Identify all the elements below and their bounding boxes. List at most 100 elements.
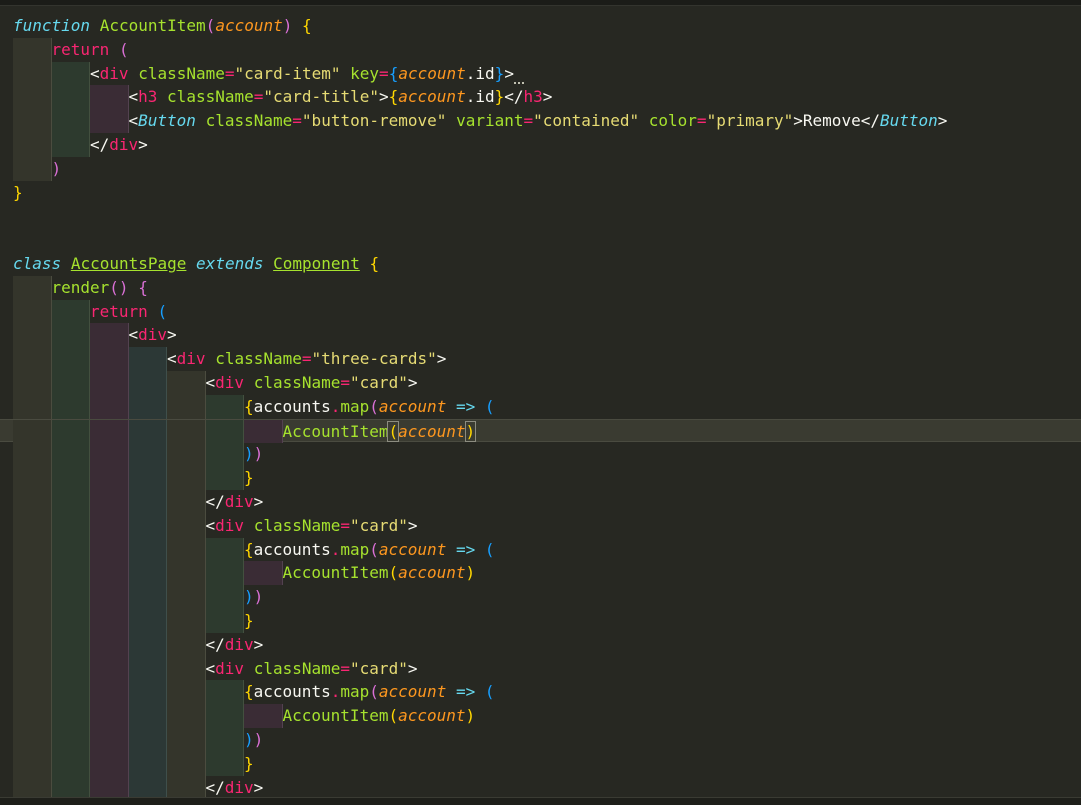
code-line-text: </div>	[206, 776, 264, 800]
code-token: )	[244, 730, 254, 749]
code-token: {	[369, 254, 380, 273]
indent-guide	[167, 775, 206, 800]
code-line-text: }	[13, 181, 23, 205]
code-line-text: <h3 className="card-title">{account.id}<…	[129, 85, 553, 109]
code-line[interactable]: {accounts.map(account => (	[0, 394, 1081, 419]
code-token: account	[378, 682, 447, 702]
code-line[interactable]: AccountItem(account)	[0, 418, 1081, 444]
code-line[interactable]: <div className="card-item" key={account.…	[0, 61, 1081, 86]
code-token: "contained"	[533, 111, 640, 131]
indent-guide	[51, 323, 90, 348]
indent-guide	[167, 609, 206, 633]
code-token: div	[224, 492, 254, 511]
indent-guide	[13, 156, 52, 181]
code-token: h3	[138, 87, 158, 107]
indent-guide	[128, 561, 167, 586]
code-line[interactable]: <Button className="button-remove" varian…	[0, 109, 1081, 133]
indent-guide	[13, 728, 52, 752]
horizontal-scrollbar[interactable]	[0, 797, 1081, 805]
code-line[interactable]: return (	[0, 37, 1081, 62]
code-line[interactable]: ))	[0, 442, 1081, 467]
indent-guide	[128, 537, 167, 562]
code-line-text: {accounts.map(account => (	[244, 538, 495, 562]
indent-guide	[90, 490, 129, 514]
code-line[interactable]: AccountItem(account)	[0, 561, 1081, 586]
code-token: =	[292, 111, 302, 131]
code-token: function	[13, 16, 91, 35]
code-token: >	[253, 634, 264, 654]
code-line[interactable]: <div className="card">	[0, 513, 1081, 538]
code-token: div	[215, 373, 245, 392]
code-token: Remove	[802, 111, 861, 131]
indent-guide	[205, 394, 244, 419]
indent-guide	[128, 656, 167, 681]
code-line[interactable]: <div>	[0, 323, 1081, 348]
code-line[interactable]: }	[0, 466, 1081, 490]
code-token: {	[302, 16, 312, 35]
code-line[interactable]: </div>	[0, 632, 1081, 657]
code-line[interactable]: </div>	[0, 775, 1081, 800]
code-line[interactable]: return (	[0, 299, 1081, 324]
code-line[interactable]: {accounts.map(account => (	[0, 680, 1081, 705]
code-line-text: render() {	[52, 276, 148, 300]
code-token: (	[157, 301, 168, 321]
code-line[interactable]: class AccountsPage extends Component {	[0, 252, 1081, 276]
code-token: account	[398, 63, 466, 83]
code-token: (	[118, 39, 129, 59]
code-token: return	[90, 301, 148, 321]
indent-guide	[167, 728, 206, 752]
indent-guide	[51, 632, 90, 657]
code-line[interactable]: }	[0, 751, 1081, 776]
indent-guide	[90, 775, 129, 800]
indent-guide	[90, 561, 129, 586]
indent-guide	[13, 37, 52, 62]
code-line[interactable]: </div>	[0, 133, 1081, 157]
indent-guide	[205, 466, 244, 490]
indent-guide	[13, 561, 52, 586]
code-line[interactable]: )	[0, 156, 1081, 181]
code-line[interactable]: ))	[0, 585, 1081, 609]
code-line[interactable]: <div className="card">	[0, 371, 1081, 395]
indent-guide	[90, 85, 129, 110]
code-line[interactable]: <div className="three-cards">	[0, 347, 1081, 371]
code-area[interactable]: function AccountItem(account) {return (<…	[0, 0, 1081, 805]
code-token: "button-remove"	[301, 111, 447, 131]
code-line[interactable]: AccountItem(account)	[0, 704, 1081, 728]
indent-guide	[205, 419, 244, 444]
indent-guide	[244, 419, 283, 444]
code-line[interactable]: <h3 className="card-title">{account.id}<…	[0, 85, 1081, 110]
code-line[interactable]: ))	[0, 728, 1081, 752]
indent-guide	[51, 419, 90, 444]
code-line[interactable]: {accounts.map(account => (	[0, 537, 1081, 562]
code-token: account	[378, 539, 447, 559]
code-line[interactable]	[0, 204, 1081, 228]
code-line[interactable]: }	[0, 609, 1081, 633]
code-line-text: <div className="three-cards">	[167, 347, 446, 371]
code-token: (	[388, 706, 399, 726]
code-line[interactable]: render() {	[0, 275, 1081, 300]
code-line[interactable]: }	[0, 181, 1081, 205]
code-token: </	[205, 777, 225, 797]
indent-guide	[13, 656, 52, 681]
indent-guide	[90, 371, 129, 395]
code-token: >	[138, 135, 148, 154]
code-line-text: return (	[52, 38, 129, 62]
code-line[interactable]: function AccountItem(account) {	[0, 14, 1081, 38]
code-line[interactable]: </div>	[0, 490, 1081, 514]
code-token: account	[398, 706, 466, 726]
code-token: accounts	[253, 682, 331, 702]
code-token: {	[244, 539, 254, 559]
code-token: }	[244, 611, 254, 630]
code-line[interactable]: <div className="card">	[0, 656, 1081, 681]
code-token: accounts	[253, 539, 331, 559]
code-editor[interactable]: function AccountItem(account) {return (<…	[0, 0, 1081, 805]
code-line[interactable]	[0, 228, 1081, 252]
code-token: >	[436, 349, 447, 369]
code-line-text: {accounts.map(account => (	[244, 395, 495, 419]
